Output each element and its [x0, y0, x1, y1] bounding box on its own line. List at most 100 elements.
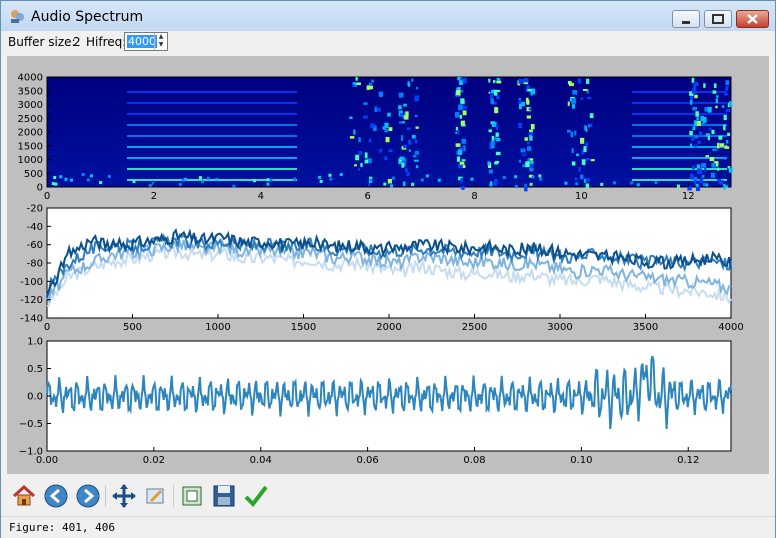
spectrogram-burst	[489, 145, 492, 148]
title-bar[interactable]: Audio Spectrum	[1, 1, 775, 31]
spectrogram-burst	[572, 90, 578, 95]
spectrogram-burst	[459, 114, 462, 119]
zoom-icon[interactable]	[143, 483, 169, 509]
figure-canvas[interactable]: 4000 3500 3000 2500 2000 1500 1000 500 0 0 2 4 6 8 10…	[7, 56, 769, 474]
spectrogram-burst	[689, 173, 694, 180]
home-icon[interactable]	[11, 483, 37, 509]
spectrogram-low	[636, 183, 640, 187]
minimize-button[interactable]	[672, 10, 700, 28]
spectrogram-burst	[585, 183, 590, 189]
spectrogram-burst	[496, 80, 502, 84]
spectrogram-burst	[705, 155, 710, 158]
spectrogram-burst	[725, 108, 731, 113]
spectrogram-burst	[403, 144, 408, 149]
pan-icon[interactable]	[111, 483, 137, 509]
spectrogram-burst	[693, 82, 699, 86]
spectrogram-band	[127, 168, 297, 170]
spectrogram-burst	[699, 178, 704, 184]
spectrogram-burst	[689, 130, 693, 136]
spectrogram-burst	[713, 83, 717, 88]
spectrogram-burst	[718, 135, 723, 140]
spectrogram-burst	[360, 162, 363, 167]
spectrogram-burst	[529, 167, 534, 172]
spectrogram-low	[437, 178, 441, 182]
spectrogram-burst	[406, 172, 410, 176]
spectrogram-burst	[581, 159, 586, 166]
spectrogram-burst	[349, 136, 355, 139]
spectrogram-burst	[585, 178, 591, 182]
spectrogram-burst	[526, 115, 531, 119]
hifreq-spinbox[interactable]: 4000 ▲ ▼	[124, 32, 168, 51]
back-icon[interactable]	[43, 483, 69, 509]
spectrogram-area	[46, 76, 732, 188]
app-window: Audio Spectrum Buffer size: 2 Hifreq: 40…	[0, 0, 776, 538]
x-tick-label: 0.08	[463, 455, 485, 466]
spectrogram-burst	[715, 95, 719, 98]
spectrogram-low	[695, 183, 699, 187]
spectrogram-burst	[415, 126, 419, 129]
spectrogram-burst	[493, 136, 497, 141]
spectrogram-burst	[692, 106, 697, 111]
save-icon[interactable]	[211, 483, 237, 509]
y-tick-label: -40	[27, 222, 43, 233]
x-tick-label: 1000	[205, 322, 230, 333]
spectrogram-burst	[568, 83, 574, 87]
y-tick-label: 1000	[18, 155, 43, 166]
spectrogram-burst	[580, 137, 585, 144]
spectrogram-burst	[575, 153, 580, 157]
forward-icon[interactable]	[75, 483, 101, 509]
spectrogram-burst	[705, 133, 711, 137]
y-tick-label: 1.0	[27, 337, 43, 348]
spectrogram-low	[539, 177, 543, 181]
spectrogram-band	[127, 135, 297, 137]
x-tick-label: 2500	[462, 322, 487, 333]
maximize-button[interactable]	[704, 10, 732, 28]
spectrogram-burst	[363, 102, 368, 105]
spectrogram-burst	[721, 105, 725, 108]
spectrogram-burst	[458, 80, 464, 86]
spectrogram-low	[215, 178, 219, 182]
x-tick-label: 0	[44, 191, 50, 202]
spectrogram-low	[654, 181, 658, 185]
spectrogram-low	[630, 181, 634, 185]
spectrogram-burst	[405, 111, 409, 116]
hifreq-value[interactable]: 4000	[127, 35, 157, 48]
spectrogram-burst	[526, 99, 530, 105]
spectrogram-burst	[523, 78, 529, 83]
minimize-icon	[682, 21, 690, 24]
subplots-icon[interactable]	[179, 483, 205, 509]
spectrogram-burst	[461, 138, 466, 144]
spectrogram-burst	[701, 163, 706, 168]
spectrogram-burst	[489, 94, 493, 99]
spectrogram-burst	[414, 114, 418, 118]
spectrum-plot: -20 -40 -60 -80 -100 -120 -140 0 500 1000 1500 200…	[20, 204, 743, 334]
spectrogram-band	[127, 113, 297, 115]
spin-up-icon[interactable]: ▲	[155, 33, 167, 41]
spectrogram-burst	[370, 123, 375, 129]
spin-buttons[interactable]: ▲ ▼	[154, 33, 167, 50]
spectrogram-burst	[401, 135, 404, 141]
spectrogram-burst	[455, 126, 459, 131]
spin-down-icon[interactable]: ▼	[155, 41, 167, 49]
check-icon[interactable]	[243, 483, 269, 509]
spectrogram-burst	[378, 91, 384, 97]
maximize-icon	[712, 14, 724, 24]
spectrogram-low	[514, 184, 518, 188]
window-title: Audio Spectrum	[31, 9, 144, 25]
spectrogram-burst	[567, 129, 571, 133]
spectrogram-burst	[704, 107, 709, 112]
spectrogram-band	[127, 157, 297, 159]
spectrogram-burst	[696, 117, 699, 121]
spectrogram-burst	[399, 156, 405, 160]
spectrogram-burst	[402, 121, 406, 124]
spectrogram-burst	[725, 80, 730, 86]
spectrogram-burst	[460, 178, 463, 184]
spectrogram-burst	[525, 161, 530, 168]
spectrogram-burst	[694, 144, 698, 148]
spectrogram-burst	[715, 105, 718, 109]
spectrogram-burst	[530, 123, 535, 130]
spectrogram-low	[564, 181, 568, 185]
spectrogram-burst	[586, 157, 591, 161]
close-button[interactable]	[736, 10, 769, 28]
spectrogram-burst	[387, 178, 392, 184]
